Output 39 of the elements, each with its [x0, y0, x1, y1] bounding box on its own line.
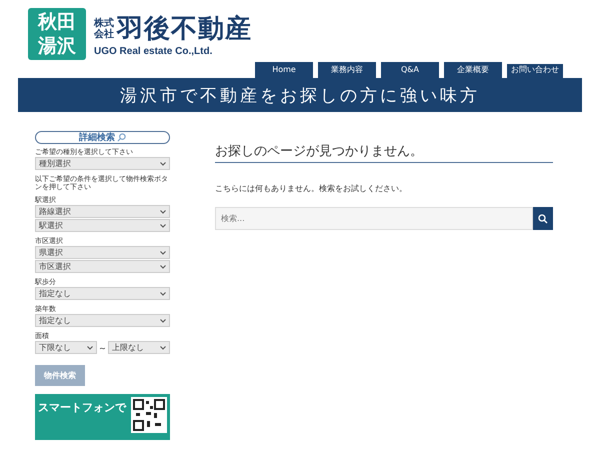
search-icon [538, 214, 548, 224]
company-english-name: UGO Real estate Co.,Ltd. [94, 46, 214, 57]
dropdown[interactable]: 指定なし [35, 314, 170, 327]
logo-badge: 秋田 湯沢 [28, 8, 86, 60]
dropdown[interactable]: 種別選択 [35, 157, 170, 170]
banner-text: スマートフォンで [38, 400, 126, 415]
chevron-icon [160, 162, 166, 166]
company-type: 会社 [94, 28, 114, 40]
chevron-icon [160, 346, 166, 350]
search-submit-button[interactable] [533, 207, 553, 230]
company-name: 羽後不動産 [117, 13, 252, 46]
qr-code-icon [131, 397, 167, 433]
heading-text: 詳細検索 [79, 131, 115, 144]
search-icon [117, 133, 126, 142]
nav-tab[interactable]: Home [255, 62, 313, 78]
dropdown[interactable]: 指定なし [35, 287, 170, 300]
chevron-icon [160, 292, 166, 296]
chevron-icon [160, 210, 166, 214]
dropdown[interactable]: 市区選択 [35, 260, 170, 273]
chevron-icon [160, 224, 166, 228]
chevron-icon [160, 250, 166, 254]
banner-slogan: 湯沢市で不動産をお探しの方に強い味方 [120, 84, 480, 106]
dropdown[interactable]: 上限なし [108, 341, 170, 354]
not-found-message: こちらには何もありません。検索をお試しください。 [215, 183, 408, 194]
company-type: 株式 [94, 18, 114, 28]
dropdown[interactable]: 路線選択 [35, 205, 170, 218]
dropdown[interactable]: 駅選択 [35, 219, 170, 232]
nav-tab[interactable]: お問い合わせ [507, 62, 563, 78]
range-separator: ~ [99, 344, 106, 352]
nav-tab[interactable]: Q&A [381, 62, 439, 78]
chevron-icon [160, 318, 166, 322]
nav-tab[interactable]: 業務内容 [318, 62, 376, 78]
search-field[interactable]: 検索... [215, 207, 533, 230]
chevron-icon [160, 264, 166, 268]
dropdown[interactable]: 下限なし [35, 341, 98, 354]
page-heading: お探しのページが見つかりません。 [215, 142, 553, 163]
chevron-icon [87, 346, 94, 350]
nav-tab[interactable]: 企業概要 [444, 62, 502, 78]
dropdown[interactable]: 県選択 [35, 246, 170, 259]
